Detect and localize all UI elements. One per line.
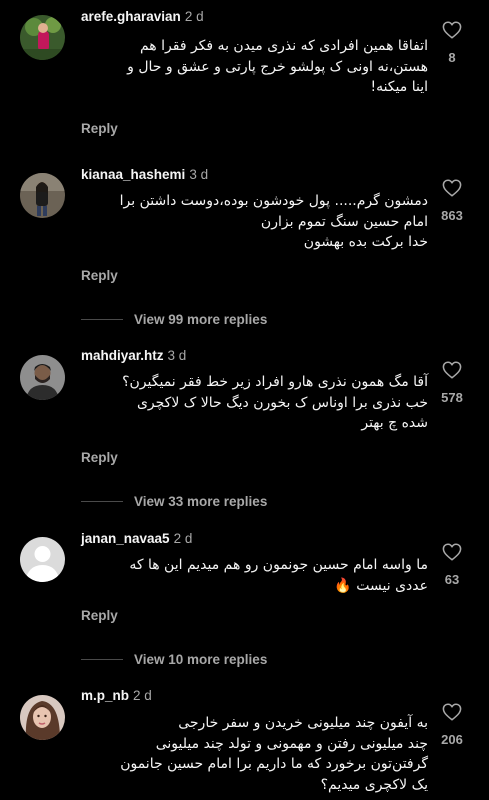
comment-text: دمشون گرم..... پول خودشون بوده،دوست داشت… xyxy=(81,191,428,253)
comment-line: اتفاقا همین افرادی که نذری میدن به فکر ف… xyxy=(139,38,428,54)
comment-line: هستن،نه اونی ک پولشو خرج پارتی و عشق و ح… xyxy=(127,58,428,75)
reply-button[interactable]: Reply xyxy=(81,268,118,283)
avatar-image xyxy=(20,15,65,60)
avatar-image xyxy=(20,695,65,740)
comment-text: ما واسه امام حسین جونمون رو هم میدیم این… xyxy=(81,555,428,596)
heart-outline-icon xyxy=(442,21,462,39)
view-replies-label[interactable]: View 99 more replies xyxy=(134,312,267,327)
comment-header: kianaa_hashemi 3 d xyxy=(81,167,208,184)
comment-header: m.p_nb 2 d xyxy=(81,688,152,705)
view-replies-label[interactable]: View 33 more replies xyxy=(134,494,267,509)
view-replies-button[interactable]: View 99 more replies xyxy=(81,310,267,328)
username[interactable]: kianaa_hashemi xyxy=(81,167,185,182)
user-avatar[interactable] xyxy=(20,15,65,60)
reply-button[interactable]: Reply xyxy=(81,608,118,623)
comment-time: 2 d xyxy=(184,9,204,24)
user-avatar[interactable] xyxy=(20,355,65,400)
comment-time: 2 d xyxy=(173,531,193,546)
view-replies-button[interactable]: View 10 more replies xyxy=(81,650,267,668)
like-count: 8 xyxy=(448,50,456,65)
comment-text: به آیفون چند میلیونی خریدن و سفر خارجی چ… xyxy=(81,713,428,795)
comment-line: خدا برکت بده بهشون xyxy=(303,234,428,250)
comment-line: به آیفون چند میلیونی خریدن و سفر خارجی xyxy=(178,715,428,731)
comment-time: 3 d xyxy=(167,348,187,363)
like-count: 578 xyxy=(441,390,463,405)
comment-line: چند میلیونی رفتن و مهمونی و تولد چند میل… xyxy=(155,735,428,752)
user-avatar[interactable] xyxy=(20,537,65,582)
comment-line: اینا میکنه! xyxy=(370,79,428,95)
comment-line: یک لاکچری میدیم؟ xyxy=(320,776,428,793)
comment-text: آقا مگ همون نذری هارو افراد زیر خط فقر ن… xyxy=(81,372,428,434)
comment-line: شده چ بهتر xyxy=(361,415,428,431)
username[interactable]: m.p_nb xyxy=(81,688,129,703)
heart-outline-icon xyxy=(442,361,462,379)
username[interactable]: janan_navaa5 xyxy=(81,531,170,546)
user-avatar[interactable] xyxy=(20,695,65,740)
reply-button[interactable]: Reply xyxy=(81,450,118,465)
user-avatar[interactable] xyxy=(20,173,65,218)
view-replies-label[interactable]: View 10 more replies xyxy=(134,652,267,667)
heart-outline-icon xyxy=(442,543,462,561)
comment-line: گرفتن‌تون برخورد که ما داریم برا امام حس… xyxy=(120,756,428,772)
reply-button[interactable]: Reply xyxy=(81,121,118,136)
divider xyxy=(81,318,123,320)
comment-text: اتفاقا همین افرادی که نذری میدن به فکر ف… xyxy=(81,36,428,98)
comments-list: arefe.gharavian 2 d اتفاقا همین افرادی که… xyxy=(0,0,489,800)
like-button[interactable]: 863 xyxy=(437,179,467,223)
heart-outline-icon xyxy=(442,703,462,721)
like-button[interactable]: 578 xyxy=(437,361,467,405)
avatar-image xyxy=(20,355,65,400)
comment-line: خب نذری برا اوناس ک بخورن دیگ حالا ک لاک… xyxy=(136,394,428,411)
comment-line: عددی نیست 🔥 xyxy=(334,577,428,594)
comment-header: janan_navaa5 2 d xyxy=(81,531,192,548)
like-button[interactable]: 63 xyxy=(437,543,467,587)
comment-line: دمشون گرم..... پول خودشون بوده،دوست داشت… xyxy=(119,193,428,209)
comment-header: mahdiyar.htz 3 d xyxy=(81,348,186,365)
like-button[interactable]: 206 xyxy=(437,703,467,747)
comment-line: ما واسه امام حسین جونمون رو هم میدیم این… xyxy=(129,557,428,573)
comment-header: arefe.gharavian 2 d xyxy=(81,9,204,26)
comment-line: آقا مگ همون نذری هارو افراد زیر خط فقر ن… xyxy=(122,374,428,390)
like-count: 863 xyxy=(441,208,463,223)
view-replies-button[interactable]: View 33 more replies xyxy=(81,492,267,510)
default-user-avatar xyxy=(20,537,65,582)
avatar-image xyxy=(20,173,65,218)
divider xyxy=(81,500,123,502)
comment-time: 3 d xyxy=(189,167,209,182)
heart-outline-icon xyxy=(442,179,462,197)
like-count: 206 xyxy=(441,732,463,747)
like-button[interactable]: 8 xyxy=(437,21,467,65)
username[interactable]: arefe.gharavian xyxy=(81,9,181,24)
comment-line: امام حسین سنگ تموم بزارن xyxy=(260,213,428,230)
like-count: 63 xyxy=(444,572,460,587)
comment-time: 2 d xyxy=(133,688,152,703)
username[interactable]: mahdiyar.htz xyxy=(81,348,164,363)
divider xyxy=(81,658,123,660)
